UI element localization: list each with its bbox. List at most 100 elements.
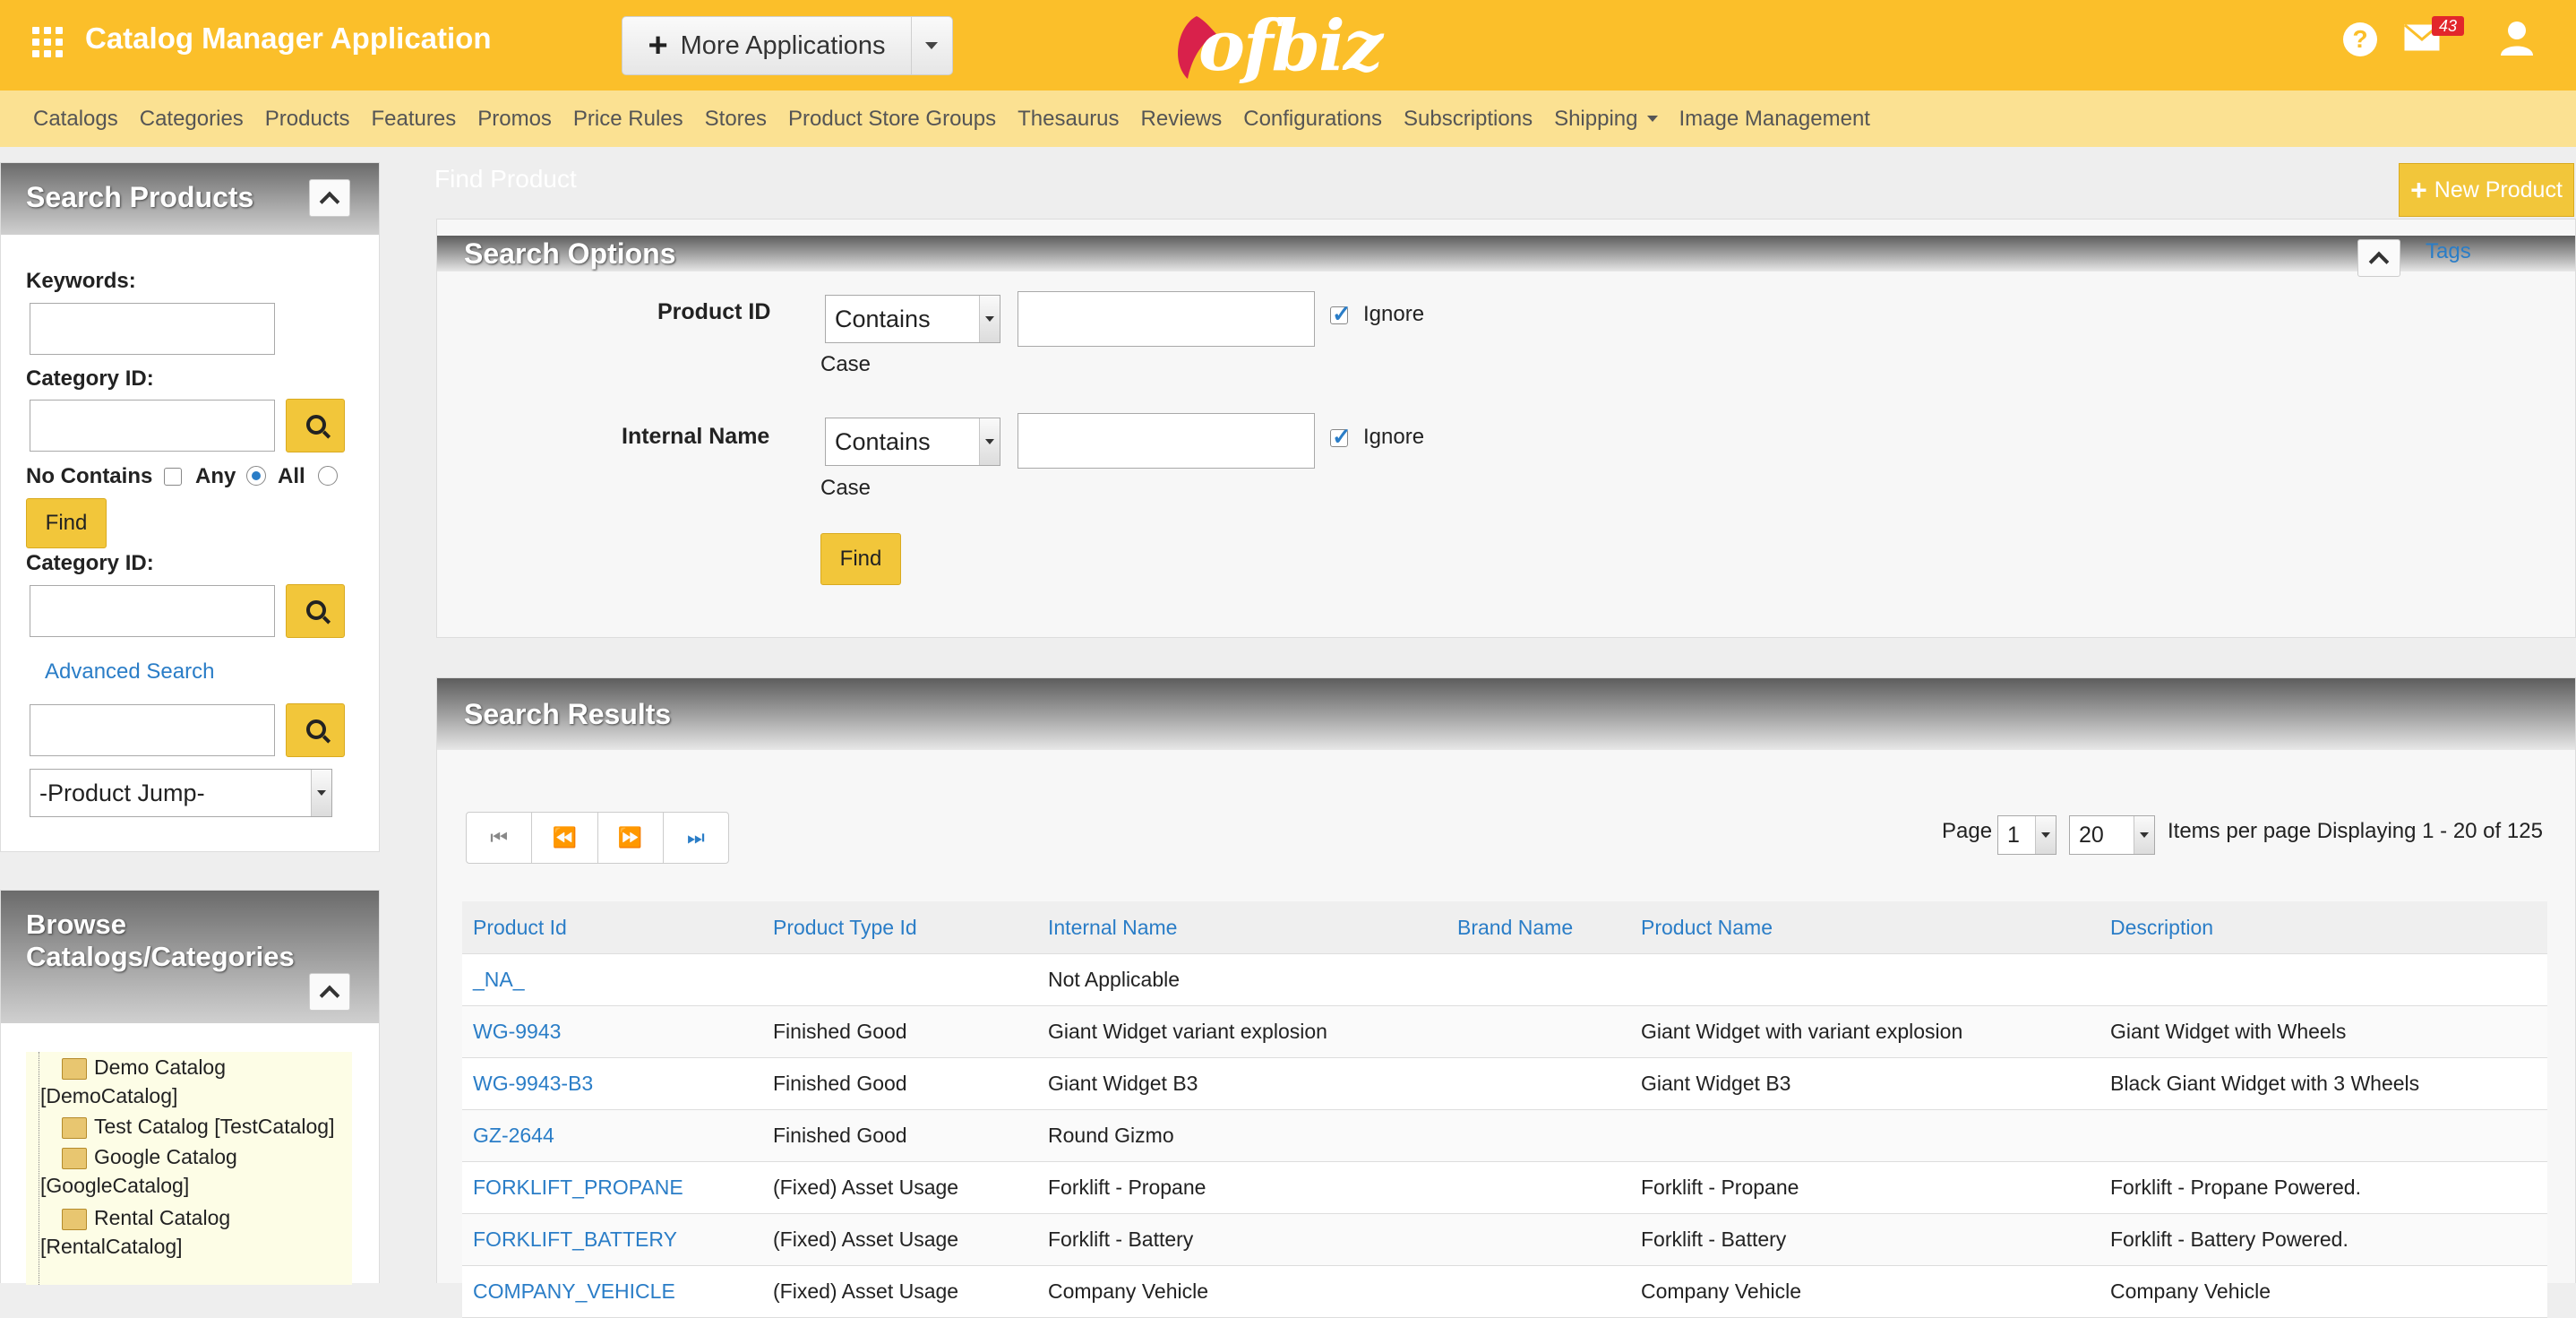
next-page-icon[interactable]: ⏩ bbox=[598, 813, 664, 863]
select-arrow-icon bbox=[2035, 816, 2056, 854]
nav-item-categories[interactable]: Categories bbox=[140, 107, 244, 132]
col-internal-name[interactable]: Internal Name bbox=[1037, 901, 1447, 954]
nav-item-thesaurus[interactable]: Thesaurus bbox=[1018, 107, 1119, 132]
col-brand-name[interactable]: Brand Name bbox=[1447, 901, 1630, 954]
tree-node-google-catalog-id[interactable]: [GoogleCatalog] bbox=[40, 1174, 189, 1198]
keywords-label: Keywords: bbox=[26, 269, 136, 293]
description-cell: Company Vehicle bbox=[2099, 1265, 2547, 1318]
nav-item-reviews[interactable]: Reviews bbox=[1141, 107, 1223, 132]
no-contains-label: No Contains bbox=[26, 464, 153, 488]
product-id-link[interactable]: COMPANY_VEHICLE bbox=[462, 1265, 762, 1318]
internal-name-cell: Forklift - Battery bbox=[1037, 1213, 1447, 1266]
product-jump-select[interactable]: -Product Jump- bbox=[30, 769, 332, 817]
tree-node-demo-catalog[interactable]: Demo Catalog bbox=[62, 1055, 226, 1080]
tags-link[interactable]: Tags bbox=[2426, 239, 2471, 264]
col-product-id[interactable]: Product Id bbox=[462, 901, 762, 954]
nav-item-catalogs[interactable]: Catalogs bbox=[33, 107, 118, 132]
chevron-up-icon bbox=[319, 985, 340, 1006]
search-products-title: Search Products bbox=[26, 181, 254, 213]
previous-page-icon[interactable]: ⏪ bbox=[532, 813, 598, 863]
select-arrow-icon bbox=[2134, 816, 2154, 854]
brand-name-cell bbox=[1447, 1265, 1630, 1318]
product-id-link[interactable]: FORKLIFT_BATTERY bbox=[462, 1213, 762, 1266]
any-radio[interactable] bbox=[246, 466, 266, 486]
nav-item-subscriptions[interactable]: Subscriptions bbox=[1404, 107, 1533, 132]
product-name-cell: Company Vehicle bbox=[1630, 1265, 2099, 1318]
product-name-cell: Forklift - Propane bbox=[1630, 1161, 2099, 1214]
no-contains-checkbox[interactable] bbox=[164, 468, 182, 486]
nav-item-shipping[interactable]: Shipping bbox=[1554, 107, 1658, 132]
product-id-ignore-case-checkbox[interactable] bbox=[1330, 300, 1352, 328]
folder-icon bbox=[62, 1147, 87, 1169]
advanced-search-link[interactable]: Advanced Search bbox=[45, 659, 214, 685]
sidebar-find-button[interactable]: Find bbox=[26, 498, 107, 548]
nav-item-configurations[interactable]: Configurations bbox=[1243, 107, 1382, 132]
folder-icon bbox=[62, 1208, 87, 1230]
product-type-cell: Finished Good bbox=[762, 1109, 1037, 1162]
product-id-link[interactable]: WG-9943-B3 bbox=[462, 1057, 762, 1110]
brand-name-cell bbox=[1447, 1057, 1630, 1110]
description-cell: Giant Widget with Wheels bbox=[2099, 1005, 2547, 1058]
product-jump-selected: -Product Jump- bbox=[39, 779, 205, 806]
table-row: WG-9943-B3 Finished Good Giant Widget B3… bbox=[462, 1057, 2547, 1110]
more-applications-caret[interactable] bbox=[911, 17, 952, 74]
product-id-link[interactable]: FORKLIFT_PROPANE bbox=[462, 1161, 762, 1214]
product-id-link[interactable]: WG-9943 bbox=[462, 1005, 762, 1058]
internal-name-ignore-case-checkbox[interactable] bbox=[1330, 423, 1352, 451]
product-id-operator-select[interactable]: Contains bbox=[825, 295, 1000, 343]
description-cell: Black Giant Widget with 3 Wheels bbox=[2099, 1057, 2547, 1110]
ofbiz-logo[interactable]: ofbiz bbox=[1198, 5, 1383, 87]
page-select[interactable]: 1 bbox=[1997, 815, 2057, 855]
collapse-browse-catalogs-button[interactable] bbox=[309, 973, 350, 1011]
product-jump-search-button[interactable] bbox=[286, 703, 345, 757]
nav-item-product-store-groups[interactable]: Product Store Groups bbox=[788, 107, 996, 132]
new-product-button[interactable]: + New Product bbox=[2399, 163, 2574, 217]
nav-item-image-management[interactable]: Image Management bbox=[1679, 107, 1870, 132]
collapse-search-products-button[interactable] bbox=[309, 179, 350, 217]
keywords-input[interactable] bbox=[30, 303, 275, 355]
more-applications-button[interactable]: + More Applications bbox=[623, 17, 912, 74]
last-page-icon[interactable]: ⏭ bbox=[664, 813, 728, 863]
chevron-up-icon bbox=[2368, 251, 2390, 272]
all-radio[interactable] bbox=[318, 466, 338, 486]
user-icon[interactable] bbox=[2499, 20, 2535, 56]
help-icon[interactable]: ? bbox=[2343, 22, 2377, 56]
nav-item-price-rules[interactable]: Price Rules bbox=[573, 107, 683, 132]
nav-item-stores[interactable]: Stores bbox=[705, 107, 767, 132]
nav-item-features[interactable]: Features bbox=[372, 107, 457, 132]
internal-name-operator-select[interactable]: Contains bbox=[825, 418, 1000, 466]
chevron-down-icon bbox=[1646, 116, 1658, 122]
nav-item-promos[interactable]: Promos bbox=[477, 107, 552, 132]
more-applications-dropdown[interactable]: + More Applications bbox=[622, 16, 953, 75]
product-id-link[interactable]: _NA_ bbox=[462, 953, 762, 1006]
first-page-icon[interactable]: ⏮ bbox=[467, 813, 533, 863]
nav-item-products[interactable]: Products bbox=[265, 107, 350, 132]
tree-node-rental-catalog-id[interactable]: [RentalCatalog] bbox=[40, 1235, 183, 1259]
tree-node-test-catalog[interactable]: Test Catalog [TestCatalog] bbox=[62, 1115, 334, 1139]
col-product-type-id[interactable]: Product Type Id bbox=[762, 901, 1037, 954]
category-id-input[interactable] bbox=[30, 400, 275, 452]
product-jump-input[interactable] bbox=[30, 704, 275, 756]
search-options-panel: Search Options Tags Product ID Contains … bbox=[436, 219, 2576, 638]
tree-node-demo-catalog-id[interactable]: [DemoCatalog] bbox=[40, 1084, 177, 1108]
brand-name-cell bbox=[1447, 1109, 1630, 1162]
catalog-tree: Demo Catalog [DemoCatalog] Test Catalog … bbox=[26, 1052, 352, 1285]
category-id-input-2[interactable] bbox=[30, 585, 275, 637]
collapse-search-options-button[interactable] bbox=[2357, 239, 2400, 277]
col-product-name[interactable]: Product Name bbox=[1630, 901, 2099, 954]
table-row: GZ-2644 Finished Good Round Gizmo bbox=[462, 1109, 2547, 1162]
product-id-link[interactable]: GZ-2644 bbox=[462, 1109, 762, 1162]
app-grid-icon[interactable] bbox=[32, 27, 63, 57]
product-type-cell: Finished Good bbox=[762, 1057, 1037, 1110]
category-lookup-button[interactable] bbox=[286, 399, 345, 452]
product-id-input[interactable] bbox=[1018, 291, 1315, 347]
tree-node-google-catalog[interactable]: Google Catalog bbox=[62, 1145, 237, 1169]
internal-name-input[interactable] bbox=[1018, 413, 1315, 469]
plus-icon: + bbox=[648, 27, 668, 65]
category-lookup-button-2[interactable] bbox=[286, 584, 345, 638]
items-per-page-select[interactable]: 20 bbox=[2069, 815, 2155, 855]
tree-node-rental-catalog[interactable]: Rental Catalog bbox=[62, 1206, 230, 1230]
col-description[interactable]: Description bbox=[2099, 901, 2547, 954]
internal-name-cell: Giant Widget variant explosion bbox=[1037, 1005, 1447, 1058]
find-button[interactable]: Find bbox=[820, 533, 901, 585]
